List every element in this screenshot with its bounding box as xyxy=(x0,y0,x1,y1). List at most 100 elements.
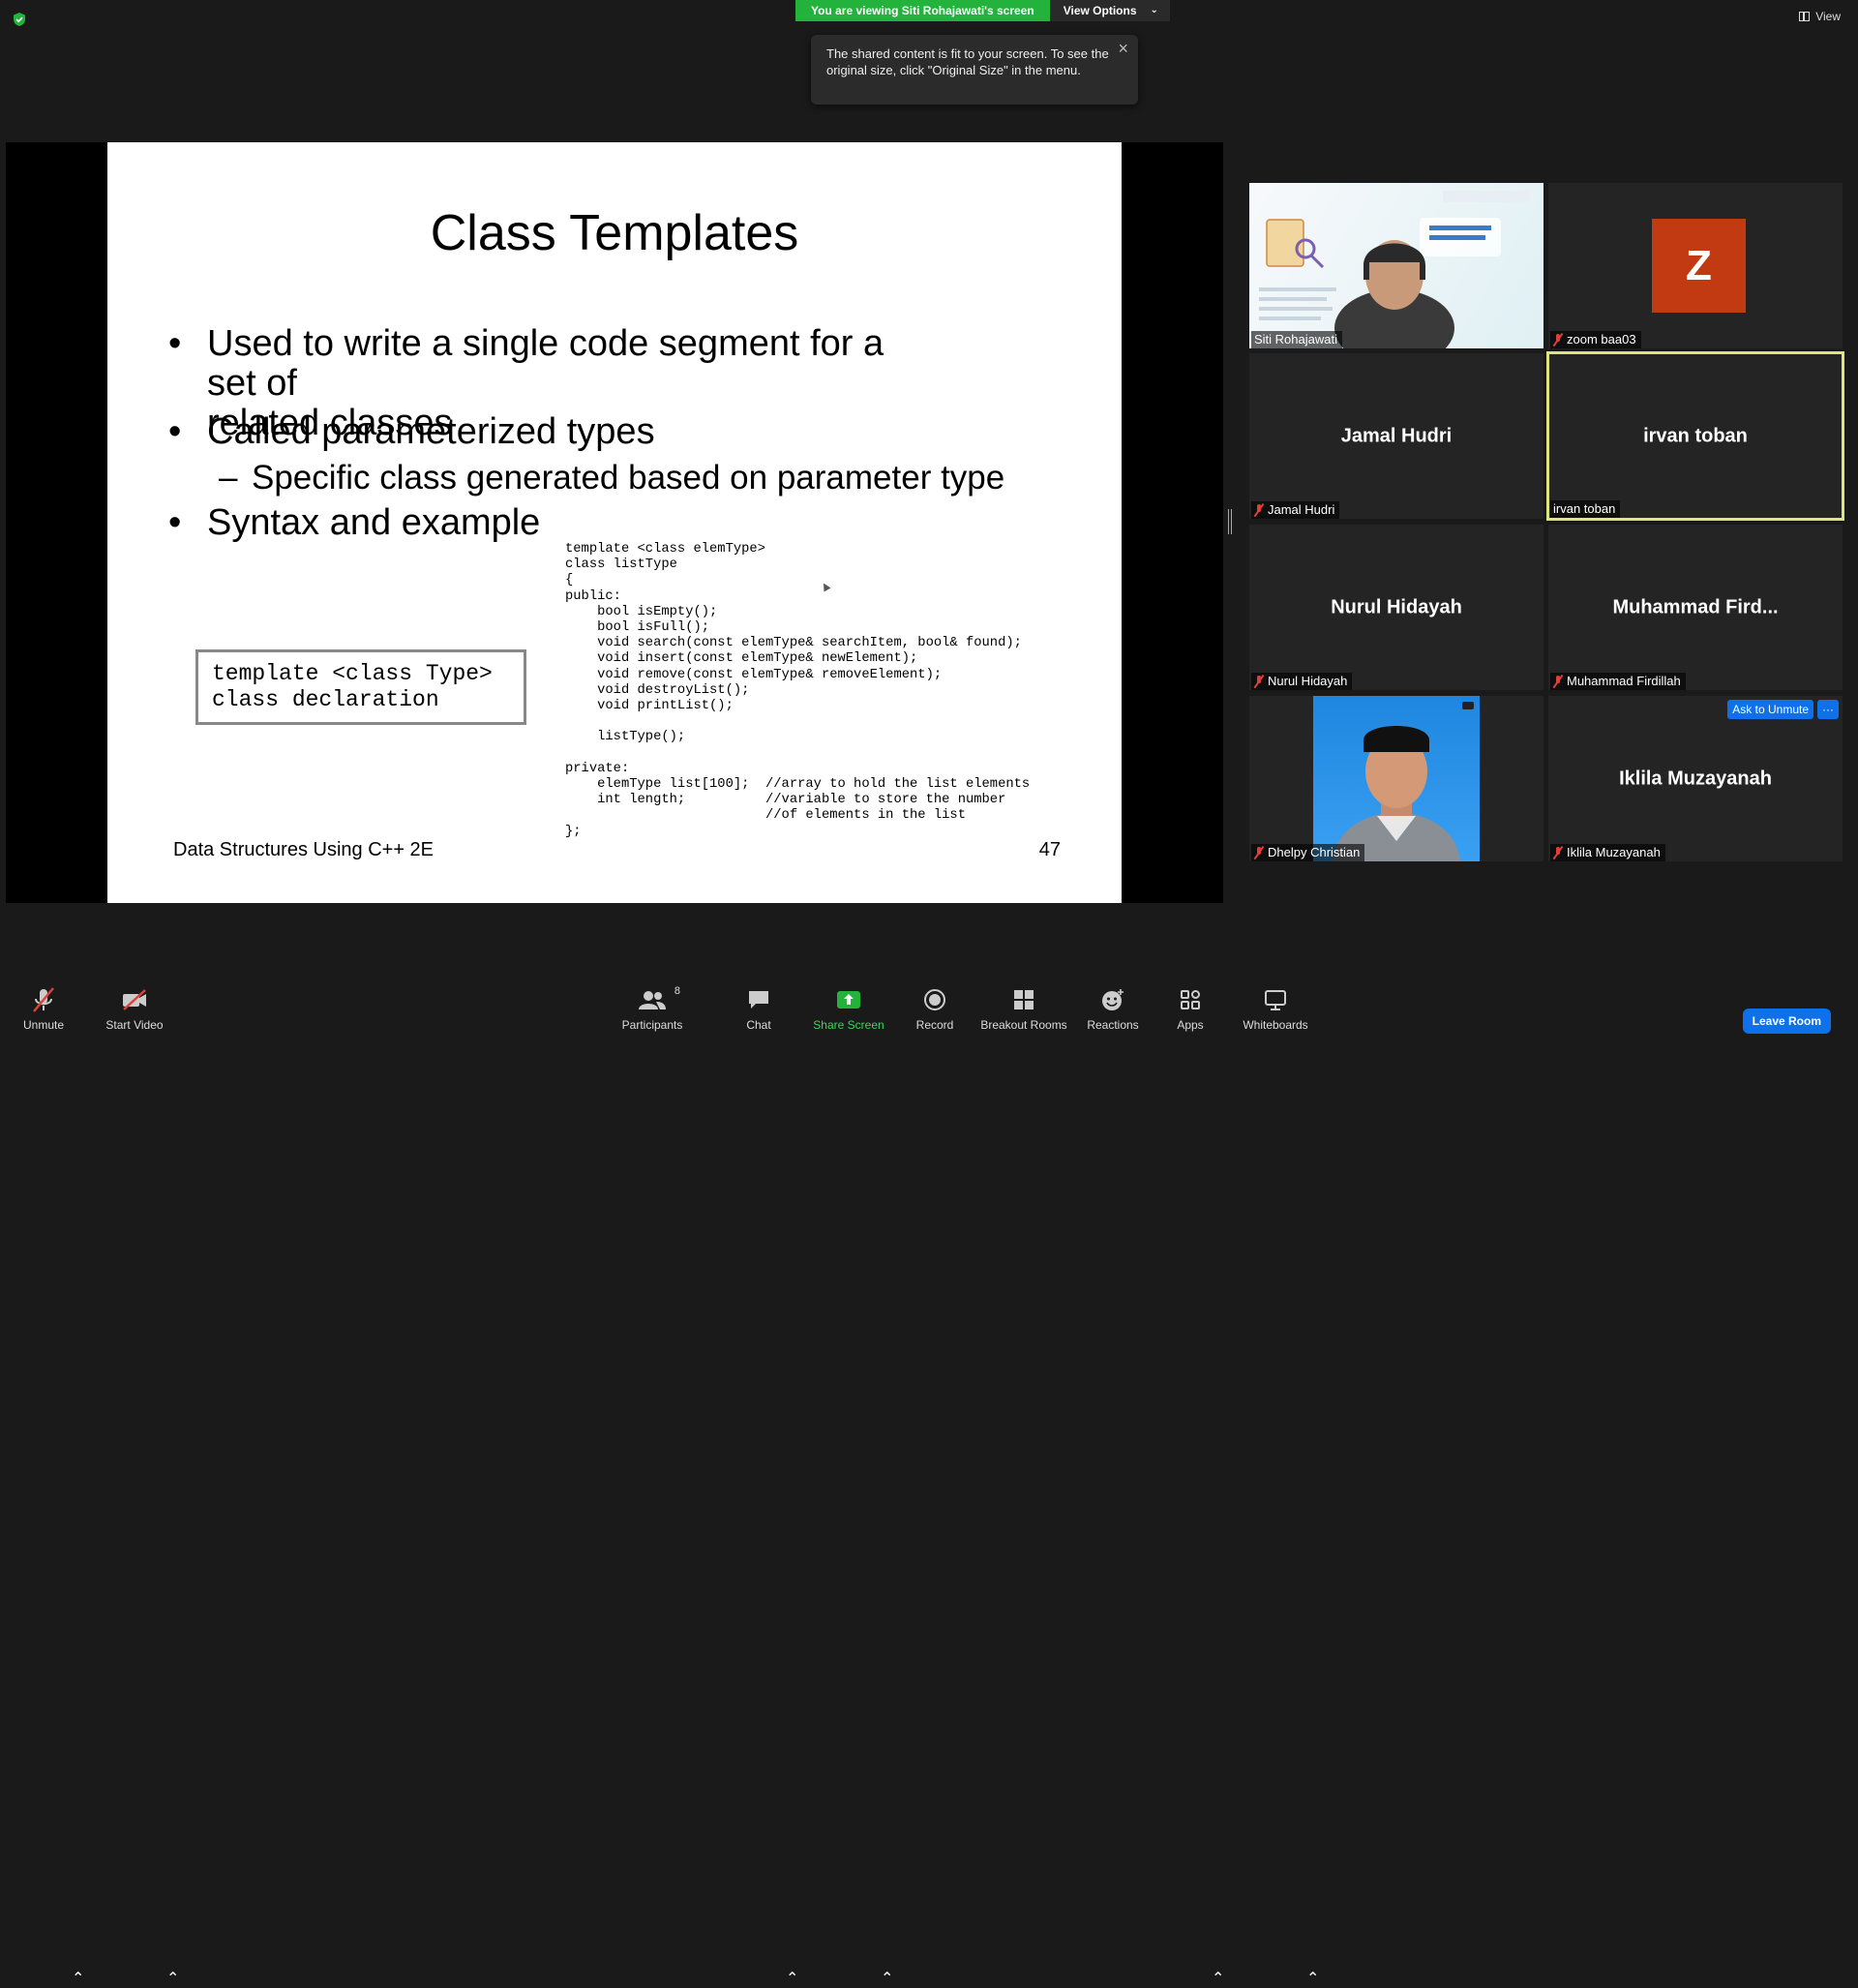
mic-muted-icon xyxy=(1553,675,1563,688)
mic-muted-icon xyxy=(1254,675,1264,688)
participant-video xyxy=(1313,696,1480,861)
video-tile-active-speaker[interactable]: irvan toban irvan toban xyxy=(1546,351,1844,521)
avatar: Z xyxy=(1652,219,1746,313)
view-layout-button[interactable]: View xyxy=(1799,10,1841,23)
video-tile[interactable]: Nurul Hidayah Nurul Hidayah xyxy=(1249,525,1543,690)
camera-off-icon xyxy=(120,983,149,1016)
apps-label: Apps xyxy=(1177,1018,1204,1032)
participant-name: Muhammad Firdillah xyxy=(1567,674,1681,688)
participant-name: Nurul Hidayah xyxy=(1268,674,1348,688)
participant-name: zoom baa03 xyxy=(1567,332,1636,346)
apps-button[interactable]: Apps xyxy=(1171,978,1210,1045)
gallery-view-icon xyxy=(1799,12,1811,21)
video-tile[interactable]: Siti Rohajawati xyxy=(1249,183,1543,348)
slide-footer: Data Structures Using C++ 2E xyxy=(173,839,435,860)
video-tile[interactable]: Dhelpy Christian xyxy=(1249,696,1543,861)
share-screen-icon xyxy=(836,983,861,1016)
participant-display-name: Nurul Hidayah xyxy=(1331,596,1462,617)
view-options-button[interactable]: View Options ⌄ xyxy=(1049,0,1170,21)
record-label: Record xyxy=(915,1018,954,1032)
whiteboard-options-caret-icon[interactable]: ⌃ xyxy=(1306,1969,1319,1988)
participant-name: Iklila Muzayanah xyxy=(1567,845,1661,859)
participant-display-name: Iklila Muzayanah xyxy=(1619,768,1772,789)
participant-name-tag: Iklila Muzayanah xyxy=(1550,844,1665,861)
security-shield-icon[interactable] xyxy=(12,12,27,27)
view-label: View xyxy=(1815,10,1841,23)
mic-muted-icon xyxy=(1553,333,1563,346)
close-icon[interactable]: × xyxy=(1118,40,1128,57)
chat-bubble-icon xyxy=(747,983,770,1016)
participant-name: irvan toban xyxy=(1553,501,1616,516)
chat-options-caret-icon[interactable]: ⌃ xyxy=(786,1969,798,1988)
participants-label: Participants xyxy=(621,1018,683,1032)
code-example: template <class elemType> class listType… xyxy=(565,542,1031,839)
mic-muted-icon xyxy=(1254,503,1264,517)
breakout-rooms-label: Breakout Rooms xyxy=(980,1018,1067,1032)
bullet-mark: • xyxy=(168,502,182,543)
participant-name-tag: Muhammad Firdillah xyxy=(1550,673,1686,690)
participant-display-name: irvan toban xyxy=(1643,425,1748,446)
video-tile[interactable]: Z zoom baa03 xyxy=(1548,183,1843,348)
view-options-label: View Options xyxy=(1063,4,1137,17)
leave-room-button[interactable]: Leave Room xyxy=(1742,1009,1831,1034)
participant-display-name: Muhammad Fird... xyxy=(1612,596,1779,617)
participant-photo xyxy=(1333,702,1474,861)
microphone-muted-icon xyxy=(31,983,56,1016)
video-tile[interactable]: Ask to Unmute ··· Iklila Muzayanah Iklil… xyxy=(1548,696,1843,861)
apps-icon xyxy=(1180,983,1201,1016)
shared-screen[interactable]: Class Templates • Used to write a single… xyxy=(6,142,1223,903)
bullet-text: Syntax and example xyxy=(207,502,541,543)
bullet-mark: • xyxy=(168,323,182,364)
syntax-box: template <class Type> class declaration xyxy=(195,649,526,725)
presenter-video-frame xyxy=(1259,191,1530,348)
record-button[interactable]: Record xyxy=(912,978,958,1045)
sub-bullet-mark: – xyxy=(219,459,238,497)
participants-icon: 8 xyxy=(638,983,680,1016)
chat-label: Chat xyxy=(746,1018,771,1032)
share-options-caret-icon[interactable]: ⌃ xyxy=(881,1969,893,1988)
ask-to-unmute-button[interactable]: Ask to Unmute xyxy=(1727,700,1813,719)
video-tile[interactable]: Jamal Hudri Jamal Hudri xyxy=(1249,353,1543,519)
breakout-rooms-button[interactable]: Breakout Rooms xyxy=(979,978,1068,1045)
record-icon xyxy=(923,983,946,1016)
sub-bullet-text: Specific class generated based on parame… xyxy=(252,459,1005,497)
whiteboard-icon xyxy=(1264,983,1287,1016)
unmute-label: Unmute xyxy=(22,1018,65,1032)
chat-button[interactable]: Chat xyxy=(737,978,780,1045)
participant-name: Dhelpy Christian xyxy=(1268,845,1361,859)
share-screen-button[interactable]: Share Screen xyxy=(809,978,888,1045)
participant-name: Jamal Hudri xyxy=(1268,502,1335,517)
participant-name-tag: irvan toban xyxy=(1550,500,1621,518)
chevron-down-icon: ⌄ xyxy=(1150,5,1158,15)
bullet-text: Called parameterized types xyxy=(207,411,655,452)
bullet-mark: • xyxy=(168,411,182,452)
whiteboards-label: Whiteboards xyxy=(1243,1018,1308,1032)
mic-muted-icon xyxy=(1254,846,1264,859)
slide-page-number: 47 xyxy=(1038,839,1061,860)
more-options-button[interactable]: ··· xyxy=(1817,700,1839,719)
share-screen-label: Share Screen xyxy=(813,1018,884,1032)
audio-options-caret-icon[interactable]: ⌃ xyxy=(72,1969,84,1988)
presentation-slide: Class Templates • Used to write a single… xyxy=(107,142,1122,903)
participant-name: Siti Rohajawati xyxy=(1254,332,1337,346)
screen-share-banner: You are viewing Siti Rohajawati's screen… xyxy=(795,0,1170,21)
participants-button[interactable]: 8 Participants xyxy=(617,978,687,1045)
slide-bullet: • Syntax and example xyxy=(168,502,541,543)
apps-options-caret-icon[interactable]: ⌃ xyxy=(1212,1969,1224,1988)
panel-resize-handle[interactable] xyxy=(1228,509,1232,534)
whiteboards-button[interactable]: Whiteboards xyxy=(1241,978,1310,1045)
fit-to-screen-notice: The shared content is fit to your screen… xyxy=(811,35,1138,105)
slide-title: Class Templates xyxy=(430,205,799,261)
start-video-button[interactable]: Start Video xyxy=(101,978,168,1045)
participant-name-tag: Nurul Hidayah xyxy=(1251,673,1353,690)
video-options-caret-icon[interactable]: ⌃ xyxy=(166,1969,179,1988)
notice-text: The shared content is fit to your screen… xyxy=(826,46,1109,77)
presenter-video xyxy=(1249,183,1543,348)
reactions-label: Reactions xyxy=(1087,1018,1139,1032)
participant-name-tag: zoom baa03 xyxy=(1550,331,1641,348)
video-tile[interactable]: Muhammad Fird... Muhammad Firdillah xyxy=(1548,525,1843,690)
unmute-button[interactable]: Unmute xyxy=(19,978,68,1045)
mic-muted-icon xyxy=(1553,846,1563,859)
viewing-status: You are viewing Siti Rohajawati's screen xyxy=(795,0,1050,21)
reactions-button[interactable]: Reactions xyxy=(1087,978,1139,1045)
